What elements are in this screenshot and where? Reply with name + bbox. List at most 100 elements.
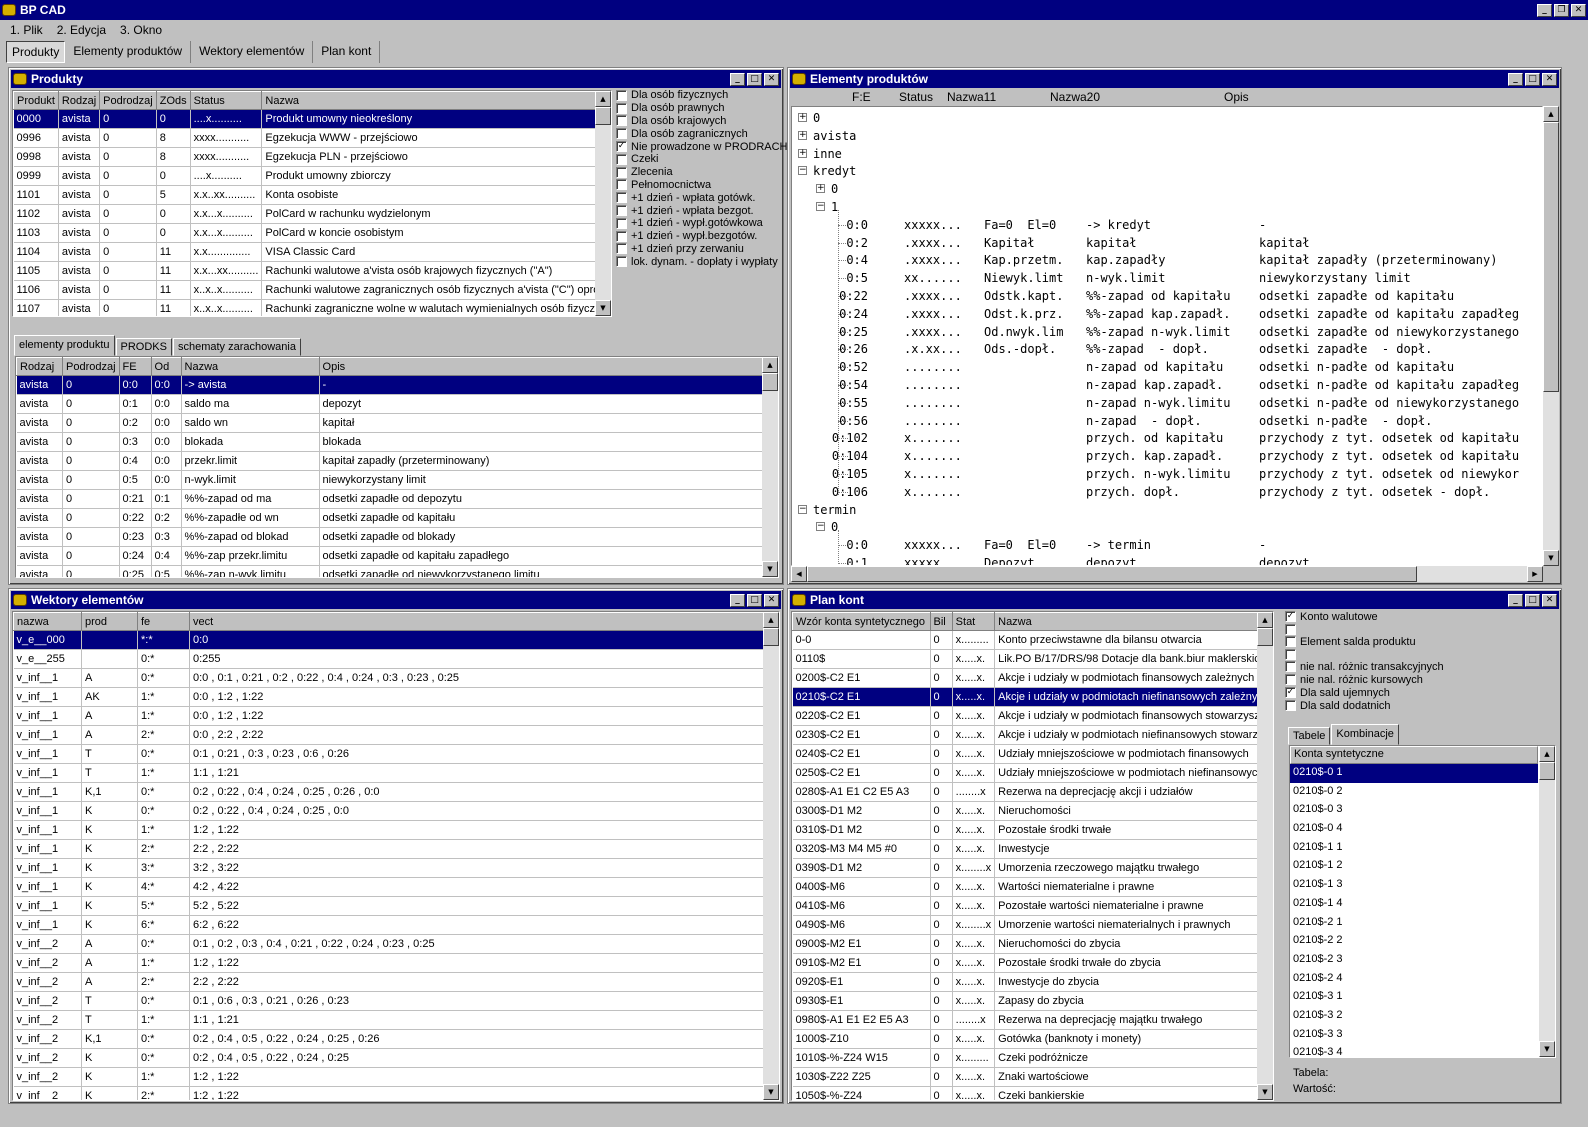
checkbox-0[interactable]: ✓ Konto walutowe xyxy=(1285,610,1555,623)
collapse-icon[interactable]: − xyxy=(798,166,807,176)
element-row[interactable]: avista 0 0:22 0:2 %%-zapadłe od wn odsetki za… xyxy=(16,508,766,528)
konto-syntetyczne-item[interactable]: 0210$-2 1 xyxy=(1290,914,1538,933)
wektor-row[interactable]: v_inf__1 K 2:* 2:2 , 2:22 xyxy=(13,839,764,859)
scroll-left-icon[interactable]: ◀ xyxy=(791,566,807,582)
column-header[interactable]: Podrodzaj xyxy=(99,91,157,110)
subtab-1[interactable]: PRODKS xyxy=(115,338,172,356)
wektor-row[interactable]: v_inf__1 K,1 0:* 0:2 , 0:22 , 0:4 , 0:24 , … xyxy=(13,782,764,802)
konto-row[interactable]: 0490$-M6 0 x........x Umorzenie wartości ni… xyxy=(792,915,1273,935)
checkbox-box[interactable] xyxy=(1285,636,1296,647)
checkbox-2[interactable]: Dla osób krajowych xyxy=(616,115,782,128)
wektor-row[interactable]: v_inf__1 T 0:* 0:1 , 0:21 , 0:3 , 0:23 , 0:… xyxy=(13,744,764,764)
tree-leaf[interactable]: 0:0 xxxxx... Fa=0 El=0 -> kredyt - xyxy=(792,216,1542,234)
wektor-row[interactable]: v_inf__2 T 1:* 1:1 , 1:21 xyxy=(13,1010,764,1030)
wektor-row[interactable]: v_inf__1 K 3:* 3:2 , 3:22 xyxy=(13,858,764,878)
column-header[interactable]: Rodzaj xyxy=(16,357,63,376)
tree-vscrollbar[interactable]: ▲ ▼ xyxy=(1543,106,1559,566)
scroll-thumb[interactable] xyxy=(807,566,1417,582)
column-header[interactable]: Produkt xyxy=(13,91,59,110)
konto-syntetyczne-item[interactable]: 0210$-1 2 xyxy=(1290,857,1538,876)
scroll-thumb[interactable] xyxy=(1543,122,1559,392)
wektor-row[interactable]: v_inf__1 T 1:* 1:1 , 1:21 xyxy=(13,763,764,783)
scroll-up-icon[interactable]: ▲ xyxy=(1539,746,1555,762)
konto-row[interactable]: 0300$-D1 M2 0 x.....x. Nieruchomości xyxy=(792,801,1273,821)
konto-row[interactable]: 1030$-Z22 Z25 0 x.....x. Znaki wartościowe xyxy=(792,1067,1273,1087)
maximize-icon[interactable]: □ xyxy=(1525,593,1540,607)
minimize-icon[interactable]: _ xyxy=(1508,593,1523,607)
produkt-row[interactable]: 1101 avista 0 5 x.x..xx.......... Konta osobi… xyxy=(13,185,611,205)
toolbar-elementy[interactable]: Elementy produktów xyxy=(65,41,192,63)
checkbox-8[interactable]: +1 dzień - wpłata gotówk. xyxy=(616,191,782,204)
close-icon[interactable]: ✕ xyxy=(764,72,779,86)
tree-node[interactable]: 0 xyxy=(831,180,838,198)
konto-row[interactable]: 0280$-A1 E1 C2 E5 A3 0 ........x Rezerwa na… xyxy=(792,782,1273,802)
checkbox-1[interactable] xyxy=(1285,623,1555,635)
tree-node[interactable]: inne xyxy=(813,145,842,163)
produkt-row[interactable]: 1103 avista 0 0 x.x...x.......... PolCard w k… xyxy=(13,223,611,243)
scroll-thumb[interactable] xyxy=(763,628,779,646)
wektor-row[interactable]: v_inf__1 K 4:* 4:2 , 4:22 xyxy=(13,877,764,897)
subtab-0[interactable]: Tabele xyxy=(1288,727,1331,745)
produkt-row[interactable]: 0000 avista 0 0 ....x.......... Produkt umown… xyxy=(13,109,611,129)
scroll-thumb[interactable] xyxy=(595,107,611,125)
tree-node[interactable]: avista xyxy=(813,127,856,145)
checkbox-9[interactable]: +1 dzień - wpłata bezgot. xyxy=(616,204,782,217)
konto-row[interactable]: 0110$ 0 x.....x. Lik.PO B/17/DRS/98 Dotacje… xyxy=(792,649,1273,669)
tree-leaf[interactable]: 0:25 .xxxx... Od.nwyk.lim %%-zapad n-wyk.li… xyxy=(792,323,1542,341)
menu-okno[interactable]: 3. Okno xyxy=(113,22,169,40)
wektor-row[interactable]: v_inf__2 A 1:* 1:2 , 1:22 xyxy=(13,953,764,973)
tree-leaf[interactable]: 0:54........ n-zapad kap.zapadł. odsetki n… xyxy=(792,376,1542,394)
wektor-row[interactable]: v_inf__2 A 2:* 2:2 , 2:22 xyxy=(13,972,764,992)
wektor-row[interactable]: v_inf__1 A 0:* 0:0 , 0:1 , 0:21 , 0:2 , 0:2… xyxy=(13,668,764,688)
tree-leaf[interactable]: 0:4 .xxxx... Kap.przetm. kap.zapadły kapitał… xyxy=(792,251,1542,269)
checkbox-10[interactable]: +1 dzień - wypł.gotówkowa xyxy=(616,217,782,230)
konto-syntetyczne-item[interactable]: 0210$-2 4 xyxy=(1290,970,1538,989)
element-row[interactable]: avista 0 0:5 0:0 n-wyk.limit niewykorzystany … xyxy=(16,470,766,490)
column-header[interactable]: Od xyxy=(150,357,182,376)
checkbox-5[interactable]: Czeki xyxy=(616,153,782,166)
wektor-row[interactable]: v_inf__1 AK 1:* 0:0 , 1:2 , 1:22 xyxy=(13,687,764,707)
column-header[interactable]: ZOds xyxy=(155,91,191,110)
konto-syntetyczne-item[interactable]: 0210$-2 2 xyxy=(1290,932,1538,951)
checkbox-box[interactable] xyxy=(616,128,627,140)
col-nazwa20[interactable]: Nazwa20 xyxy=(1050,90,1100,104)
tree-leaf[interactable]: 0:24 .xxxx... Odst.k.prz. %%-zapad kap.zapa… xyxy=(792,305,1542,323)
produkt-row[interactable]: 0998 avista 0 8 xxxx........... Egzekucja PLN… xyxy=(13,147,611,167)
checkbox-box[interactable] xyxy=(616,192,627,204)
konto-row[interactable]: 0900$-M2 E1 0 x.....x. Nieruchomości do zby… xyxy=(792,934,1273,954)
checkbox-4[interactable]: ✓ Nie prowadzone w PRODRACH xyxy=(616,140,788,153)
col-nazwa11[interactable]: Nazwa11 xyxy=(947,90,996,104)
menu-edycja[interactable]: 2. Edycja xyxy=(50,22,113,40)
expand-icon[interactable]: + xyxy=(798,130,807,140)
column-header[interactable]: prod xyxy=(81,612,138,631)
wektor-row[interactable]: v_inf__1 K 0:* 0:2 , 0:22 , 0:4 , 0:24 , 0:… xyxy=(13,801,764,821)
konto-row[interactable]: 0930$-E1 0 x.....x. Zapasy do zbycia xyxy=(792,991,1273,1011)
checkbox-box[interactable]: ✓ xyxy=(1285,687,1296,698)
checkbox-3[interactable] xyxy=(1285,648,1555,660)
konto-row[interactable]: 0410$-M6 0 x.....x. Pozostałe wartości niem… xyxy=(792,896,1273,916)
minimize-icon[interactable]: _ xyxy=(730,72,745,86)
column-header[interactable]: Nazwa xyxy=(994,612,1273,631)
wektor-row[interactable]: v_inf__1 A 1:* 0:0 , 1:2 , 1:22 xyxy=(13,706,764,726)
expand-icon[interactable]: + xyxy=(816,184,825,194)
checkbox-0[interactable]: Dla osób fizycznych xyxy=(616,89,782,102)
konto-row[interactable]: 0250$-C2 E1 0 x.....x. Udziały mniejszościo… xyxy=(792,763,1273,783)
scroll-up-icon[interactable]: ▲ xyxy=(763,612,779,628)
wektor-row[interactable]: v_inf__1 A 2:* 0:0 , 2:2 , 2:22 xyxy=(13,725,764,745)
checkbox-box[interactable] xyxy=(616,89,627,101)
menu-plik[interactable]: 1. Plik xyxy=(0,22,50,40)
produkt-row[interactable]: 0999 avista 0 0 ....x.......... Produkt umown… xyxy=(13,166,611,186)
checkbox-11[interactable]: +1 dzień - wypł.bezgotów. xyxy=(616,230,782,243)
column-header[interactable]: Nazwa xyxy=(261,91,611,110)
minimize-icon[interactable]: _ xyxy=(1537,3,1552,17)
column-header[interactable]: Rodzaj xyxy=(57,91,101,110)
konto-syntetyczne-item[interactable]: 0210$-3 2 xyxy=(1290,1007,1538,1026)
close-icon[interactable]: ✕ xyxy=(764,593,779,607)
tree-leaf[interactable]: 0:55........ n-zapad n-wyk.limitu odsetki … xyxy=(792,394,1542,412)
maximize-icon[interactable]: □ xyxy=(1525,72,1540,86)
wektor-row[interactable]: v_e__255 0:* 0:255 xyxy=(13,649,764,669)
element-row[interactable]: avista 0 0:0 0:0 -> avista - xyxy=(16,375,766,395)
wektor-row[interactable]: v_inf__1 K 5:* 5:2 , 5:22 xyxy=(13,896,764,916)
checkbox-box[interactable] xyxy=(616,102,627,114)
close-icon[interactable]: ✕ xyxy=(1542,72,1557,86)
